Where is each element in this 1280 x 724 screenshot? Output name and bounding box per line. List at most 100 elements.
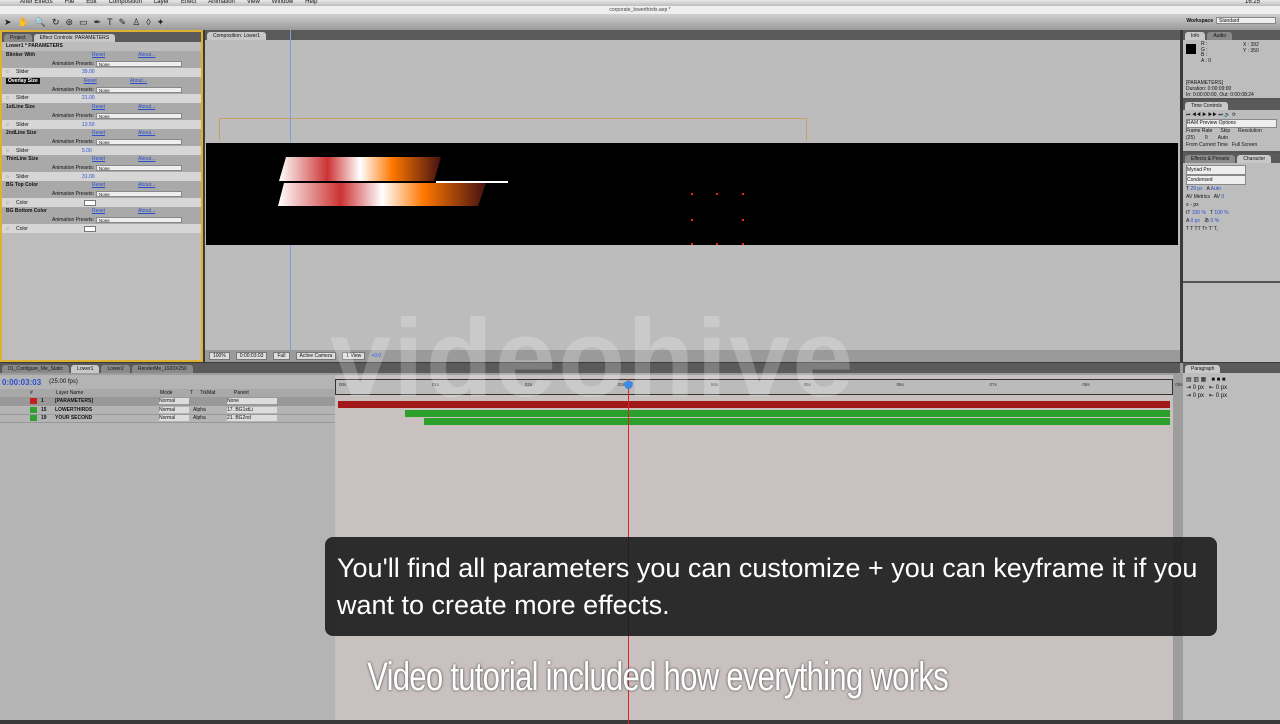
selection-tool-icon[interactable]: ➤ [4,17,12,28]
reset-link[interactable]: Reset [92,208,138,214]
slider-value[interactable]: 39.00 [82,69,95,75]
brush-tool-icon[interactable]: ✎ [119,17,127,28]
faux-style-buttons[interactable]: T T TT Tт T' T, [1186,225,1277,233]
layer-name[interactable]: [PARAMETERS] [55,398,155,404]
reset-link[interactable]: Reset [92,182,138,188]
layer-name[interactable]: LOWERTHIRDS [55,407,155,413]
vertical-scale[interactable]: 100 % [1192,210,1206,216]
effect-name[interactable]: BG Top Color [6,182,92,188]
current-time[interactable]: 0:00:03:03 [235,352,268,360]
frame-rate-select[interactable]: (25) [1186,135,1195,142]
tab-composition[interactable]: Composition: Lower1 [207,32,266,40]
tracking[interactable]: 0 [1221,194,1224,200]
reset-link[interactable]: Reset [92,104,138,110]
rotate-tool-icon[interactable]: ↻ [52,17,60,28]
effect-name[interactable]: Overlay Size [6,78,40,85]
about-link[interactable]: About... [138,182,184,188]
skip-select[interactable]: 0 [1205,135,1208,142]
horizontal-scale[interactable]: 100 % [1214,210,1228,216]
layer-name[interactable]: YOUR SECOND [55,415,155,421]
tab-effect-controls[interactable]: Effect Controls: PARAMETERS [33,34,116,42]
tab-info[interactable]: Info [1185,32,1206,40]
layer-row[interactable]: 1 [PARAMETERS] Normal None [0,397,335,406]
slider-value[interactable]: 5.00 [82,148,92,154]
indent-left[interactable]: 0 px [1193,385,1204,391]
font-family-select[interactable]: Myriad Pro [1186,165,1246,175]
space-before[interactable]: 0 px [1216,385,1227,391]
stopwatch-icon[interactable]: ◌ [6,95,16,101]
camera-tool-icon[interactable]: ⊛ [66,17,74,28]
playback-controls[interactable]: ⏮ ◀◀ ▶ ▶▶ ⏭ 🔊 ⟳ [1186,112,1277,119]
trkmat-select[interactable]: Alpha [193,415,223,421]
baseline-shift[interactable]: 0 px [1190,218,1199,224]
effect-name[interactable]: BG Bottom Color [6,208,92,214]
tab-time-controls[interactable]: Time Controls [1185,102,1228,110]
effect-name[interactable]: ThinLine Size [6,156,92,162]
presets-dropdown[interactable]: None [96,217,182,224]
eraser-tool-icon[interactable]: ◊ [146,17,150,27]
font-style-select[interactable]: Condensed [1186,175,1246,185]
zoom-select[interactable]: 100% [209,352,230,360]
composition-canvas[interactable] [206,143,1178,245]
about-link[interactable]: About... [138,52,184,58]
leading[interactable]: Auto [1211,186,1221,192]
tab-character[interactable]: Character [1237,155,1272,163]
mode-select[interactable]: Normal [159,398,189,405]
kerning[interactable]: Metrics [1194,194,1210,200]
resolution-select[interactable]: Auto [1218,135,1228,142]
label-color[interactable] [30,398,37,405]
slider-value[interactable]: 13.50 [82,122,95,128]
about-link[interactable]: About... [138,156,184,162]
align-buttons[interactable]: ▤ ▥ ▦ ■ ■ ■ [1186,376,1277,384]
pen-tool-icon[interactable]: ✒ [94,17,102,28]
about-link[interactable]: About... [138,130,184,136]
stopwatch-icon[interactable]: ◌ [6,200,16,206]
reset-link[interactable]: Reset [84,78,130,84]
rect-tool-icon[interactable]: ▭ [79,17,88,28]
tab-audio[interactable]: Audio [1207,32,1233,40]
label-color[interactable] [30,406,37,413]
timeline-tab-2[interactable]: Lower2 [101,365,130,373]
indent-first[interactable]: 0 px [1193,393,1204,399]
tab-paragraph[interactable]: Paragraph [1185,365,1221,373]
layer-row[interactable]: 19 YOUR SECOND Normal Alpha 21. BG2nd [0,415,335,423]
from-current-checkbox[interactable]: From Current Time [1186,142,1228,149]
trkmat-select[interactable]: Alpha [193,407,223,413]
workspace-value[interactable]: Standard [1216,17,1276,24]
stopwatch-icon[interactable]: ◌ [6,148,16,154]
parent-select[interactable]: 17. BG1stLi [227,406,277,413]
full-screen-checkbox[interactable]: Full Screen [1232,142,1257,149]
about-link[interactable]: About... [138,104,184,110]
presets-dropdown[interactable]: None [96,138,182,145]
presets-dropdown[interactable]: None [96,112,182,119]
effect-name[interactable]: Blinker With [6,52,92,58]
font-size[interactable]: 29 px [1190,186,1202,192]
tab-effects-presets[interactable]: Effects & Presets [1185,155,1236,163]
about-link[interactable]: About... [138,208,184,214]
about-link[interactable]: About... [130,78,176,84]
zoom-tool-icon[interactable]: 🔍 [35,17,46,28]
reset-link[interactable]: Reset [92,130,138,136]
stopwatch-icon[interactable]: ◌ [6,174,16,180]
timeline-tab-1[interactable]: Lower1 [71,365,100,373]
tsume[interactable]: 0 % [1210,218,1219,224]
timeline-timecode[interactable]: 0:00:03:03 [2,378,41,387]
timeline-tab-3[interactable]: RenderMe_1920X250 [131,365,193,373]
resolution-select[interactable]: Full [273,352,290,360]
ram-preview-select[interactable]: RAM Preview Options [1186,119,1277,128]
stopwatch-icon[interactable]: ◌ [6,69,16,75]
presets-dropdown[interactable]: None [96,191,182,198]
stopwatch-icon[interactable]: ◌ [6,122,16,128]
slider-value[interactable]: 31.00 [82,174,95,180]
tab-project[interactable]: Project [4,34,32,42]
stamp-tool-icon[interactable]: ♙ [132,17,140,28]
color-swatch[interactable] [84,225,96,232]
reset-link[interactable]: Reset [92,52,138,58]
presets-dropdown[interactable]: None [96,86,182,93]
text-tool-icon[interactable]: T [107,17,113,27]
presets-dropdown[interactable]: None [96,60,182,67]
parent-select[interactable]: 21. BG2nd [227,415,277,422]
puppet-tool-icon[interactable]: ✦ [157,17,165,28]
mode-select[interactable]: Normal [159,406,189,413]
stopwatch-icon[interactable]: ◌ [6,226,16,232]
